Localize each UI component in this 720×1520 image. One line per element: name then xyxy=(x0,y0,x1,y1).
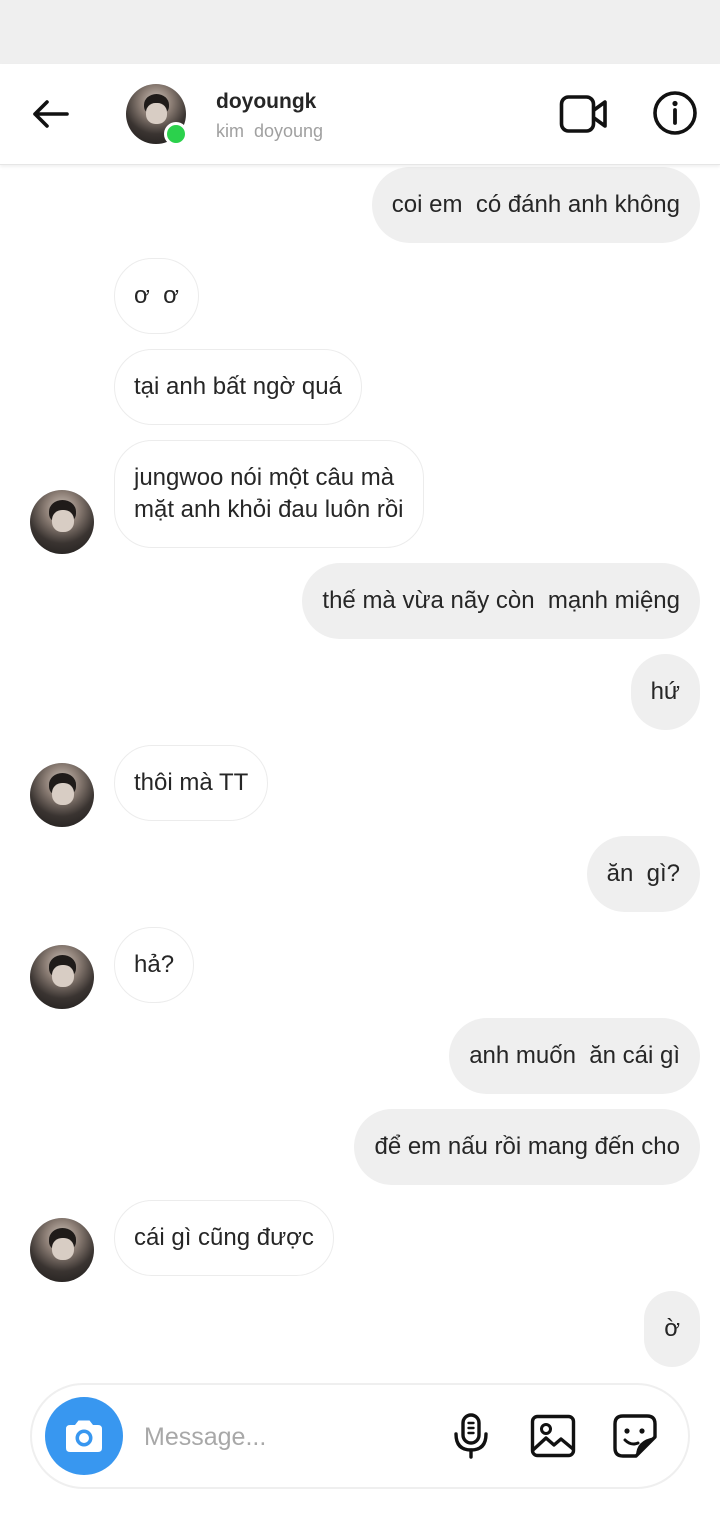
sticker-button[interactable] xyxy=(610,1411,660,1461)
message-bubble-received[interactable]: thôi mà TT xyxy=(114,745,269,821)
message-bubble-sent[interactable]: ăn gì? xyxy=(586,836,700,912)
info-button[interactable] xyxy=(648,86,702,140)
voice-message-button[interactable] xyxy=(446,1411,496,1461)
camera-button[interactable] xyxy=(45,1397,123,1475)
message-composer xyxy=(30,1383,690,1489)
sticker-icon xyxy=(613,1414,657,1458)
message-bubble-sent[interactable]: ờ xyxy=(644,1291,700,1367)
sender-avatar[interactable] xyxy=(30,763,94,827)
video-camera-icon xyxy=(559,95,607,133)
back-button[interactable] xyxy=(22,88,78,140)
message-bubble-sent[interactable]: hứ xyxy=(630,654,700,730)
message-bubble-received[interactable]: hả? xyxy=(114,927,195,1003)
info-icon xyxy=(653,91,697,135)
sender-avatar[interactable] xyxy=(30,945,94,1009)
gallery-button[interactable] xyxy=(528,1411,578,1461)
camera-icon xyxy=(66,1420,102,1452)
message-bubble-sent[interactable]: để em nấu rồi mang đến cho xyxy=(354,1109,700,1185)
message-input[interactable] xyxy=(144,1415,424,1459)
message-bubble-received[interactable]: jungwoo nói một câu mà mặt anh khỏi đau … xyxy=(114,440,424,548)
sender-avatar[interactable] xyxy=(30,1218,94,1282)
arrow-left-icon xyxy=(33,100,69,128)
message-thread[interactable]: coi em có đánh anh không ơ ơ tại anh bất… xyxy=(0,0,720,1520)
message-bubble-sent[interactable]: thế mà vừa nãy còn mạnh miệng xyxy=(302,563,700,639)
header-username[interactable]: doyoungk xyxy=(216,90,316,114)
message-bubble-sent[interactable]: anh muốn ăn cái gì xyxy=(449,1018,700,1094)
online-status-dot xyxy=(164,122,188,146)
message-bubble-received[interactable]: cái gì cũng được xyxy=(114,1200,334,1276)
header-avatar[interactable] xyxy=(126,84,188,146)
message-bubble-received[interactable]: tại anh bất ngờ quá xyxy=(114,349,362,425)
image-icon xyxy=(530,1414,576,1458)
header-fullname: kim doyoung xyxy=(216,121,324,141)
microphone-icon xyxy=(454,1413,488,1459)
video-call-button[interactable] xyxy=(556,88,612,140)
message-bubble-sent[interactable]: coi em có đánh anh không xyxy=(371,167,700,243)
message-bubble-received[interactable]: ơ ơ xyxy=(114,258,199,334)
sender-avatar[interactable] xyxy=(30,490,94,554)
chat-header: doyoungk kim doyoung xyxy=(0,64,720,165)
